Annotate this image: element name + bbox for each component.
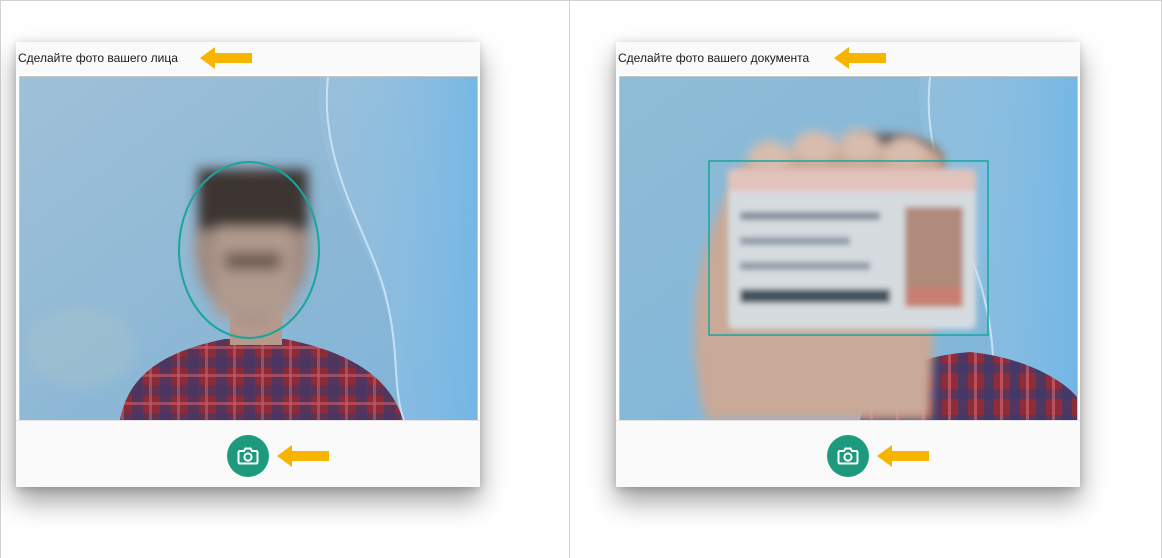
arrow-left-icon (834, 47, 886, 69)
face-card-title: Сделайте фото вашего лица (18, 51, 178, 65)
arrow-left-icon (877, 445, 929, 467)
face-capture-card: Сделайте фото вашего лица (16, 42, 480, 487)
document-camera-feed (620, 77, 1077, 420)
document-capture-button[interactable] (827, 435, 869, 477)
document-card-header: Сделайте фото вашего документа (616, 42, 1080, 74)
arrow-left-icon (277, 445, 329, 467)
face-camera-preview (19, 76, 478, 421)
face-camera-feed (20, 77, 477, 420)
face-capture-button[interactable] (227, 435, 269, 477)
camera-icon (237, 447, 259, 465)
face-card-header: Сделайте фото вашего лица (16, 42, 480, 74)
face-card-footer (16, 420, 480, 487)
arrow-left-icon (200, 47, 252, 69)
column-divider (569, 0, 570, 558)
document-card-title: Сделайте фото вашего документа (618, 51, 810, 65)
document-card-footer (616, 420, 1080, 487)
camera-icon (837, 447, 859, 465)
document-camera-preview (619, 76, 1078, 421)
document-capture-card: Сделайте фото вашего документа (616, 42, 1080, 487)
